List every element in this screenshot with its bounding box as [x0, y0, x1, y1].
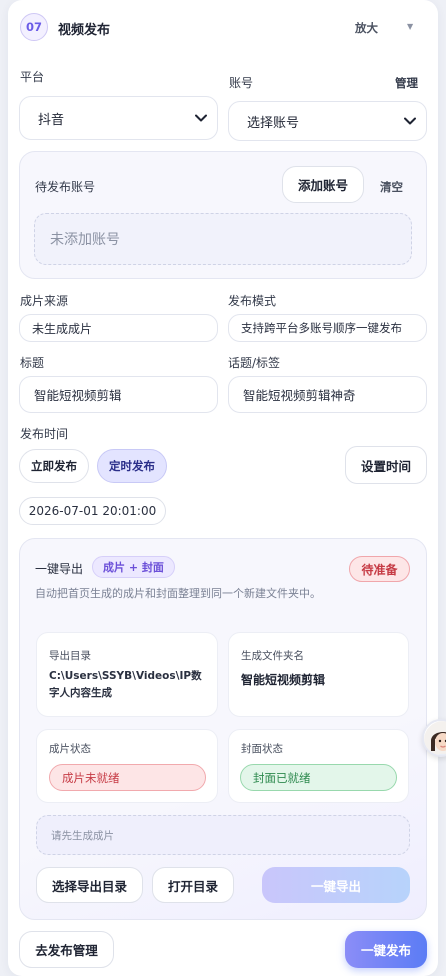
empty-accounts-placeholder: 未添加账号 — [34, 213, 412, 265]
folder-name-label: 生成文件夹名 — [241, 650, 304, 662]
platform-select-value: 抖音 — [38, 112, 65, 128]
step-badge: 07 — [20, 13, 48, 41]
publish-now-button[interactable]: 立即发布 — [19, 449, 89, 483]
chevron-down-icon — [195, 114, 207, 122]
video-publish-panel: 07 视频发布 放大 ▼ 平台 账号 管理 抖音 选择账号 待发布账号 添加账号… — [8, 0, 438, 976]
folder-name-value: 智能短视频剪辑 — [241, 673, 326, 687]
publish-time-label: 发布时间 — [20, 427, 69, 441]
panel-title: 视频发布 — [58, 23, 111, 38]
mode-label: 发布模式 — [228, 294, 277, 308]
avatar-face-icon — [424, 721, 446, 755]
account-label: 账号 — [229, 76, 254, 90]
collapse-caret-icon[interactable]: ▼ — [407, 22, 413, 31]
choose-export-dir-button[interactable]: 选择导出目录 — [36, 867, 143, 903]
pending-accounts-label: 待发布账号 — [35, 180, 96, 194]
export-hint: 请先生成成片 — [36, 815, 410, 855]
clip-status-label: 成片状态 — [49, 743, 91, 755]
title-label: 标题 — [20, 356, 45, 370]
mode-field[interactable]: 支持跨平台多账号顺序一键发布 — [228, 314, 427, 342]
one-click-publish-button[interactable]: 一键发布 — [345, 931, 427, 968]
cover-status-label: 封面状态 — [241, 743, 283, 755]
export-dir-value: C:\Users\SSYB\Videos\IP数字人内容生成 — [49, 670, 202, 699]
zoom-button[interactable]: 放大 — [355, 20, 378, 36]
add-account-button[interactable]: 添加账号 — [282, 166, 364, 203]
tags-input[interactable]: 智能短视频剪辑神奇 — [228, 376, 427, 413]
export-dir-label: 导出目录 — [49, 650, 91, 662]
scheduled-datetime-chip[interactable]: 2026-07-01 20:01:00 — [19, 497, 166, 525]
go-publish-manage-button[interactable]: 去发布管理 — [19, 931, 114, 968]
account-select-value: 选择账号 — [247, 115, 300, 131]
account-select[interactable]: 选择账号 — [228, 101, 427, 141]
export-content-badge: 成片 + 封面 — [92, 556, 175, 578]
tags-label: 话题/标签 — [228, 356, 281, 370]
clear-accounts-button[interactable]: 清空 — [380, 179, 403, 195]
clip-status-pill: 成片未就绪 — [49, 764, 206, 791]
set-time-button[interactable]: 设置时间 — [345, 446, 427, 484]
source-label: 成片来源 — [20, 294, 69, 308]
open-dir-button[interactable]: 打开目录 — [152, 867, 234, 903]
title-input[interactable]: 智能短视频剪辑 — [19, 376, 218, 413]
export-status-badge: 待准备 — [349, 556, 410, 582]
chevron-down-icon — [404, 117, 416, 125]
export-description: 自动把首页生成的成片和封面整理到同一个新建文件夹中。 — [35, 587, 321, 600]
platform-select[interactable]: 抖音 — [19, 96, 218, 140]
scheduled-publish-button[interactable]: 定时发布 — [97, 449, 167, 483]
export-title: 一键导出 — [35, 562, 84, 576]
one-click-export-button[interactable]: 一键导出 — [262, 867, 410, 903]
source-field[interactable]: 未生成成片 — [19, 314, 218, 342]
account-manage-link[interactable]: 管理 — [395, 75, 418, 91]
cover-status-pill: 封面已就绪 — [240, 764, 397, 791]
platform-label: 平台 — [20, 70, 45, 84]
